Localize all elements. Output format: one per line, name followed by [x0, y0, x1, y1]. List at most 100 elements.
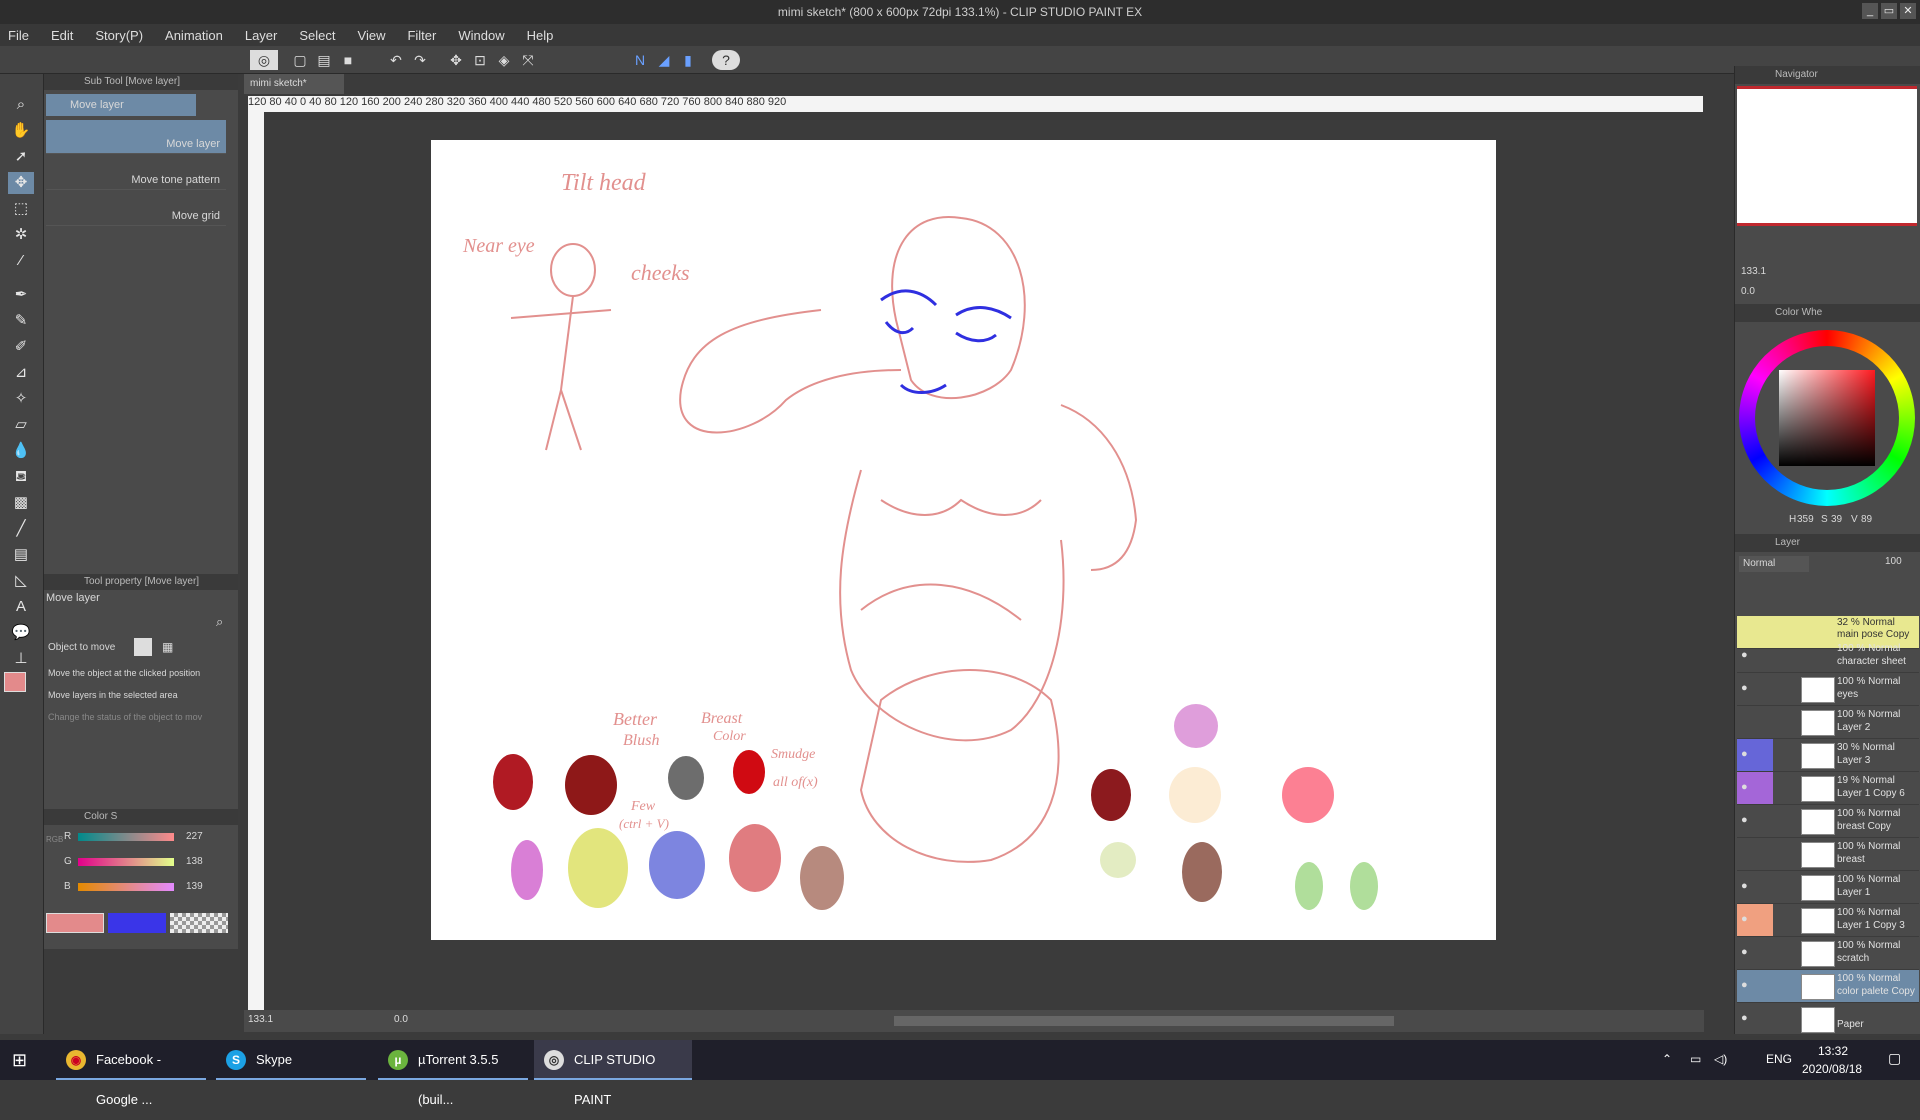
menu-layer[interactable]: Layer	[245, 28, 278, 43]
language-indicator[interactable]: ENG	[1766, 1052, 1792, 1066]
layer-row[interactable]: 100 % Normal breast	[1737, 838, 1919, 871]
navigator-angle[interactable]: 0.0	[1741, 286, 1755, 297]
eye-icon[interactable]: ●	[1741, 1012, 1748, 1024]
redo-icon[interactable]: ↷	[410, 50, 430, 70]
new-file-icon[interactable]: ▢	[290, 50, 310, 70]
change-status-option[interactable]: Change the status of the object to mov	[48, 712, 202, 722]
notification-icon[interactable]: ▢	[1888, 1050, 1901, 1067]
volume-icon[interactable]: ◁)	[1714, 1052, 1727, 1066]
layer-row[interactable]: ● 30 % Normal Layer 3	[1737, 739, 1919, 772]
transparent-chip[interactable]	[170, 913, 228, 933]
layer-row[interactable]: ● 100 % Normal Layer 1	[1737, 871, 1919, 904]
menu-select[interactable]: Select	[299, 28, 335, 43]
taskbar-skype[interactable]: S Skype	[216, 1040, 366, 1080]
clock-time[interactable]: 13:32	[1818, 1044, 1848, 1058]
maximize-button[interactable]: ▭	[1881, 3, 1897, 19]
eye-icon[interactable]: ●	[1741, 880, 1748, 892]
menu-story[interactable]: Story(P)	[95, 28, 143, 43]
operation-icon[interactable]: ➚	[8, 146, 34, 168]
clip-studio-icon[interactable]: ◎	[250, 50, 278, 70]
taskbar-utorrent[interactable]: µ µTorrent 3.5.5 (buil...	[378, 1040, 528, 1107]
minimize-button[interactable]: _	[1862, 3, 1878, 19]
main-color-swatch[interactable]	[4, 672, 26, 692]
object-tone-toggle[interactable]: ▦	[162, 640, 178, 656]
layer-row[interactable]: ● 100 % Normal scratch	[1737, 937, 1919, 970]
main-color-chip[interactable]	[46, 913, 104, 933]
airbrush-icon[interactable]: ⊿	[8, 362, 34, 384]
undo-icon[interactable]: ↶	[386, 50, 406, 70]
navigator-zoom[interactable]: 133.1	[1741, 266, 1766, 277]
layer-row[interactable]: ● 100 % Normal breast Copy	[1737, 805, 1919, 838]
gradient-icon[interactable]: ▩	[8, 492, 34, 514]
menu-window[interactable]: Window	[458, 28, 504, 43]
open-file-icon[interactable]: ▤	[314, 50, 334, 70]
b-slider[interactable]	[78, 883, 174, 891]
canvas-angle-value[interactable]: 0.0	[394, 1014, 408, 1025]
layer-row[interactable]: ● 100 % Normal Layer 1 Copy 3	[1737, 904, 1919, 937]
zoom-icon[interactable]: ⌕	[8, 94, 34, 116]
eye-icon[interactable]: ●	[1741, 682, 1748, 694]
eye-icon[interactable]: ●	[1741, 781, 1748, 793]
move-layer-icon[interactable]: ✥	[8, 172, 34, 194]
save-icon[interactable]: ■	[338, 50, 358, 70]
saturation-value-square[interactable]	[1779, 370, 1875, 466]
snap-ruler-icon[interactable]: N	[630, 50, 650, 70]
close-button[interactable]: ✕	[1900, 3, 1916, 19]
canvas-zoom-value[interactable]: 133.1	[248, 1014, 273, 1025]
document-tab[interactable]: mimi sketch*	[244, 74, 344, 94]
brush-icon[interactable]: ✐	[8, 336, 34, 358]
snap-grid-icon[interactable]: ▮	[678, 50, 698, 70]
eraser-icon[interactable]: ▱	[8, 414, 34, 436]
tray-chevron-icon[interactable]: ⌃	[1662, 1052, 1672, 1066]
help-icon[interactable]: ?	[712, 50, 740, 70]
taskbar-clipstudio[interactable]: ◎ CLIP STUDIO PAINT	[534, 1040, 692, 1107]
hand-icon[interactable]: ✋	[8, 120, 34, 142]
layer-row-selected[interactable]: ● 100 % Normal color palete Copy	[1737, 970, 1919, 1003]
correct-line-icon[interactable]: ⊥	[8, 648, 34, 670]
subtool-move-grid[interactable]: Move grid	[46, 192, 226, 226]
layer-row[interactable]: ● 100 % Normal eyes	[1737, 673, 1919, 706]
menu-view[interactable]: View	[358, 28, 386, 43]
fill-tool-icon[interactable]: ⛾	[8, 466, 34, 488]
crop-icon[interactable]: ⊡	[470, 50, 490, 70]
sub-color-chip[interactable]	[108, 913, 166, 933]
eye-icon[interactable]: ●	[1741, 979, 1748, 991]
layer-opacity[interactable]: 100	[1885, 556, 1902, 567]
balloon-icon[interactable]: 💬	[8, 622, 34, 644]
search-icon[interactable]: ⌕	[216, 614, 223, 630]
clock-date[interactable]: 2020/08/18	[1802, 1062, 1862, 1076]
figure-icon[interactable]: ╱	[8, 518, 34, 540]
menu-file[interactable]: File	[8, 28, 29, 43]
subtool-group-tab[interactable]: Move layer	[46, 94, 196, 116]
eye-icon[interactable]: ●	[1741, 946, 1748, 958]
eye-icon[interactable]: ●	[1741, 748, 1748, 760]
layer-row[interactable]: ● 19 % Normal Layer 1 Copy 6	[1737, 772, 1919, 805]
canvas-paper[interactable]: Tilt head Near eye cheeks Better Blush B…	[431, 140, 1496, 940]
subtool-move-layer[interactable]: Move layer	[46, 120, 226, 154]
b-value[interactable]: 139	[186, 881, 203, 892]
move-at-clicked-option[interactable]: Move the object at the clicked position	[48, 668, 200, 678]
horizontal-scrollbar[interactable]	[894, 1016, 1394, 1026]
navigator-preview[interactable]	[1737, 86, 1917, 226]
pen-icon[interactable]: ✒	[8, 284, 34, 306]
r-value[interactable]: 227	[186, 831, 203, 842]
subtool-move-tone[interactable]: Move tone pattern	[46, 156, 226, 190]
menu-animation[interactable]: Animation	[165, 28, 223, 43]
move-in-selection-option[interactable]: Move layers in the selected area	[48, 690, 178, 700]
eye-icon[interactable]: ●	[1741, 814, 1748, 826]
object-layer-toggle[interactable]	[134, 638, 152, 656]
decoration-icon[interactable]: ✧	[8, 388, 34, 410]
selection-icon[interactable]: ⬚	[8, 198, 34, 220]
menu-help[interactable]: Help	[527, 28, 554, 43]
taskbar-chrome[interactable]: ◉ Facebook - Google ...	[56, 1040, 206, 1107]
menu-edit[interactable]: Edit	[51, 28, 73, 43]
menu-filter[interactable]: Filter	[407, 28, 436, 43]
g-slider[interactable]	[78, 858, 174, 866]
layer-row[interactable]: 100 % Normal Layer 2	[1737, 706, 1919, 739]
layer-row[interactable]: ● Paper	[1737, 1003, 1919, 1036]
blend-icon[interactable]: 💧	[8, 440, 34, 462]
eye-icon[interactable]: ●	[1741, 649, 1748, 661]
scale-icon[interactable]: ⤧	[518, 50, 538, 70]
eyedropper-icon[interactable]: ⁄	[8, 250, 34, 272]
network-icon[interactable]: ▭	[1690, 1052, 1701, 1066]
